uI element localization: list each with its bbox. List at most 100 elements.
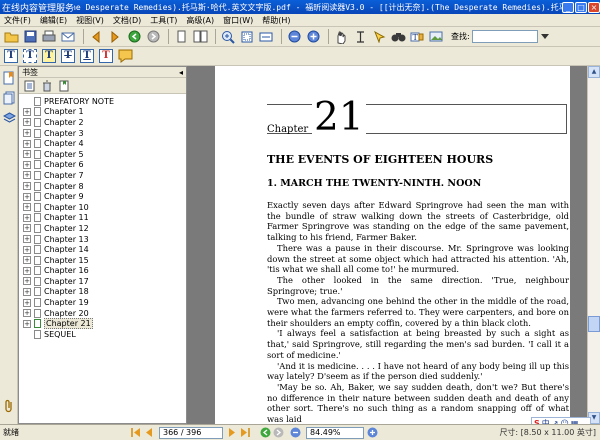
expand-toggle-icon[interactable]: +	[23, 213, 31, 222]
bookmark-item[interactable]: + Chapter 13	[19, 234, 186, 245]
single-page-icon[interactable]	[173, 29, 189, 45]
bookmark-item[interactable]: + Chapter 17	[19, 276, 186, 287]
menu-document[interactable]: 文档(D)	[113, 15, 141, 26]
close-button[interactable]: ×	[588, 1, 600, 13]
bookmark-item[interactable]: + Chapter 6	[19, 160, 186, 171]
zoom-in-circle-icon[interactable]	[305, 29, 321, 45]
expand-bookmark-icon[interactable]	[23, 79, 36, 92]
go-forward-gray-icon[interactable]	[145, 29, 161, 45]
bookmark-item[interactable]: PREFATORY NOTE	[19, 96, 186, 107]
go-back-green-icon[interactable]	[126, 29, 142, 45]
first-page-icon[interactable]	[130, 427, 141, 438]
scroll-thumb[interactable]	[588, 316, 600, 332]
scroll-up-arrow-icon[interactable]: ▲	[588, 66, 600, 78]
open-folder-icon[interactable]	[3, 29, 19, 45]
menu-tools[interactable]: 工具(T)	[150, 15, 177, 26]
expand-toggle-icon[interactable]: +	[23, 139, 31, 148]
zoom-out-status-icon[interactable]	[290, 427, 301, 438]
bookmark-item[interactable]: + Chapter 14	[19, 244, 186, 255]
sticky-note-icon[interactable]	[117, 48, 133, 64]
bookmark-item[interactable]: + Chapter 12	[19, 223, 186, 234]
expand-toggle-icon[interactable]: +	[23, 107, 31, 116]
typewriter-icon[interactable]: T	[409, 29, 425, 45]
next-page-arrow-icon[interactable]	[107, 29, 123, 45]
pages-tab-icon[interactable]	[1, 90, 17, 106]
bookmark-item[interactable]: + Chapter 9	[19, 191, 186, 202]
text-box-tool-icon[interactable]: T	[22, 48, 38, 64]
find-dropdown-icon[interactable]	[540, 29, 550, 45]
select-text-icon[interactable]	[352, 29, 368, 45]
bookmark-item[interactable]: + Chapter 19	[19, 297, 186, 308]
go-back-icon[interactable]	[260, 427, 271, 438]
bookmark-item[interactable]: + Chapter 18	[19, 287, 186, 298]
bookmark-item[interactable]: + Chapter 1	[19, 107, 186, 118]
expand-toggle-icon[interactable]: +	[23, 118, 31, 127]
next-page-icon[interactable]	[226, 427, 237, 438]
hand-tool-icon[interactable]	[333, 29, 349, 45]
snapshot-icon[interactable]	[371, 29, 387, 45]
find-input[interactable]	[471, 30, 538, 43]
bookmarks-tab-icon[interactable]	[1, 70, 17, 86]
zoom-in-icon[interactable]	[220, 29, 236, 45]
bookmark-item[interactable]: + Chapter 21	[19, 318, 186, 330]
layers-tab-icon[interactable]	[1, 110, 17, 126]
expand-toggle-icon[interactable]: +	[23, 245, 31, 254]
expand-toggle-icon[interactable]: +	[23, 235, 31, 244]
prev-page-arrow-icon[interactable]	[88, 29, 104, 45]
bookmark-item[interactable]: + Chapter 7	[19, 170, 186, 181]
bookmark-item[interactable]: SEQUEL	[19, 329, 186, 340]
fit-width-icon[interactable]	[258, 29, 274, 45]
save-icon[interactable]	[22, 29, 38, 45]
zoom-level-field[interactable]: 84.49%	[306, 426, 364, 439]
menu-view[interactable]: 视图(V)	[76, 15, 104, 26]
minimize-button[interactable]: _	[562, 1, 574, 13]
highlight-text-icon[interactable]: T	[41, 48, 57, 64]
bookmark-item[interactable]: + Chapter 3	[19, 128, 186, 139]
menu-advanced[interactable]: 高级(A)	[186, 15, 214, 26]
expand-toggle-icon[interactable]: +	[23, 171, 31, 180]
expand-toggle-icon[interactable]: +	[23, 160, 31, 169]
menu-window[interactable]: 窗口(W)	[223, 15, 253, 26]
bookmark-item[interactable]: + Chapter 20	[19, 308, 186, 319]
bookmark-item[interactable]: + Chapter 16	[19, 266, 186, 277]
page-number-field[interactable]: 366 / 396	[159, 426, 223, 439]
expand-toggle-icon[interactable]: +	[23, 192, 31, 201]
text-tool-icon[interactable]: T	[3, 48, 19, 64]
bookmark-item[interactable]: + Chapter 10	[19, 202, 186, 213]
expand-toggle-icon[interactable]: +	[23, 203, 31, 212]
zoom-in-status-icon[interactable]	[367, 427, 378, 438]
squiggly-text-icon[interactable]: T	[98, 48, 114, 64]
bookmark-item[interactable]: + Chapter 8	[19, 181, 186, 192]
expand-toggle-icon[interactable]: +	[23, 129, 31, 138]
bookmark-item[interactable]: + Chapter 2	[19, 117, 186, 128]
expand-toggle-icon[interactable]: +	[23, 256, 31, 265]
menu-file[interactable]: 文件(F)	[4, 15, 31, 26]
fit-page-icon[interactable]	[239, 29, 255, 45]
bookmark-item[interactable]: + Chapter 5	[19, 149, 186, 160]
edit-image-icon[interactable]	[428, 29, 444, 45]
collapse-panel-icon[interactable]: ◂	[179, 67, 183, 78]
expand-toggle-icon[interactable]: +	[23, 277, 31, 286]
email-icon[interactable]	[60, 29, 76, 45]
new-bookmark-icon[interactable]	[57, 79, 70, 92]
vertical-scrollbar[interactable]: ▲ ▼	[587, 66, 600, 424]
expand-toggle-icon[interactable]: +	[23, 309, 31, 318]
menu-edit[interactable]: 编辑(E)	[40, 15, 67, 26]
delete-bookmark-icon[interactable]	[40, 79, 53, 92]
menu-help[interactable]: 帮助(H)	[262, 15, 290, 26]
expand-toggle-icon[interactable]: +	[23, 266, 31, 275]
bookmark-item[interactable]: + Chapter 15	[19, 255, 186, 266]
expand-toggle-icon[interactable]: +	[23, 298, 31, 307]
underline-text-icon[interactable]: T	[79, 48, 95, 64]
two-page-icon[interactable]	[192, 29, 208, 45]
expand-toggle-icon[interactable]: +	[23, 224, 31, 233]
print-icon[interactable]	[41, 29, 57, 45]
find-binoculars-icon[interactable]	[390, 29, 406, 45]
document-view[interactable]: Chapter 21 THE EVENTS OF EIGHTEEN HOURS …	[187, 66, 587, 424]
prev-page-icon[interactable]	[143, 427, 154, 438]
expand-toggle-icon[interactable]: +	[23, 319, 31, 328]
maximize-button[interactable]: □	[575, 1, 587, 13]
strikeout-text-icon[interactable]: T	[60, 48, 76, 64]
last-page-icon[interactable]	[239, 427, 250, 438]
bookmark-item[interactable]: + Chapter 4	[19, 138, 186, 149]
